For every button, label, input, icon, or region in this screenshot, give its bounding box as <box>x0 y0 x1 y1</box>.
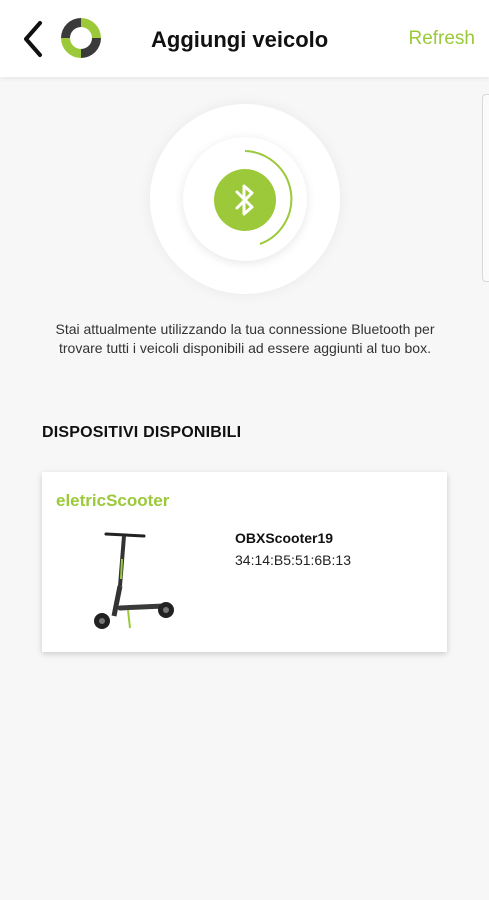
refresh-button[interactable]: Refresh <box>408 28 475 50</box>
brand-logo <box>61 18 101 58</box>
back-button[interactable] <box>20 19 50 59</box>
side-scroll-handle[interactable] <box>482 94 489 282</box>
device-mac-address: 34:14:B5:51:6B:13 <box>235 552 351 568</box>
device-card[interactable]: eletricScooter OBXScooter19 34:14:B5:51:… <box>42 472 447 652</box>
bluetooth-scan-indicator <box>150 104 340 294</box>
chevron-left-icon <box>24 21 42 57</box>
scan-description: Stai attualmente utilizzando la tua conn… <box>55 321 435 356</box>
page-title: Aggiungi veicolo <box>151 27 329 52</box>
available-devices-heading: DISPOSITIVI DISPONIBILI <box>42 424 242 441</box>
bluetooth-icon <box>235 184 254 216</box>
app-header: Aggiungi veicolo Refresh <box>0 0 489 77</box>
scooter-image <box>76 524 196 636</box>
bluetooth-button[interactable] <box>214 169 276 231</box>
device-type-label: eletricScooter <box>56 491 170 510</box>
device-name: OBXScooter19 <box>235 530 334 546</box>
